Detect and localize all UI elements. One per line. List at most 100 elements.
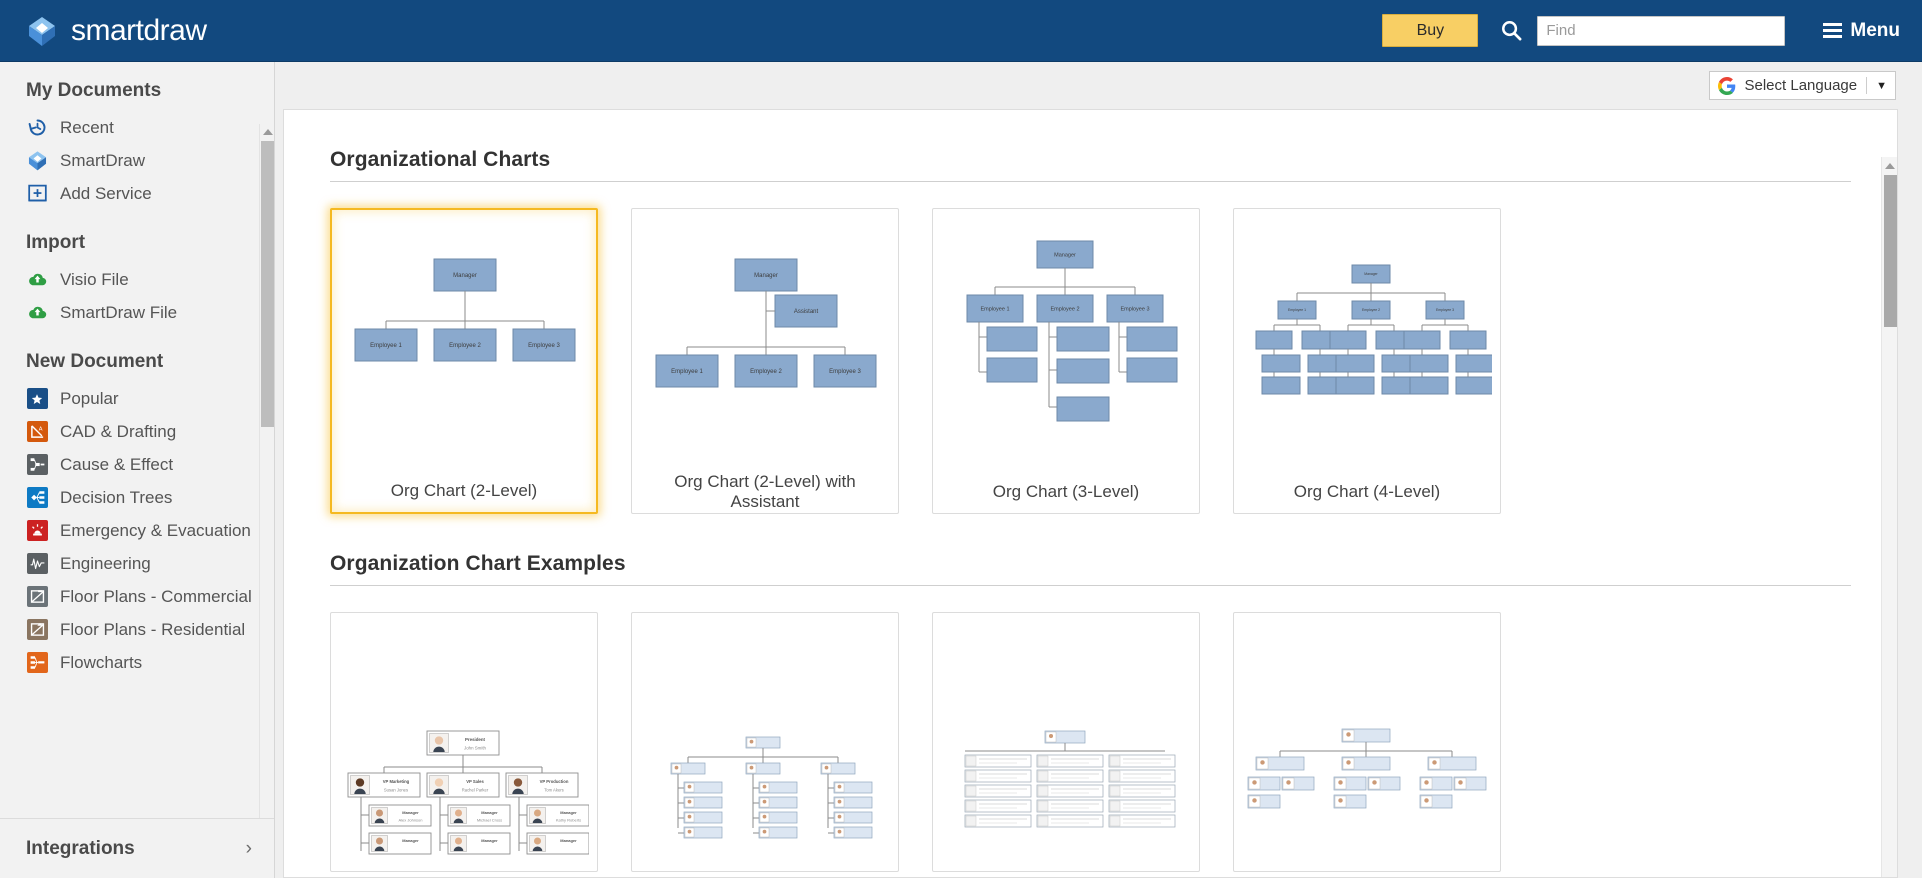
section-divider (330, 181, 1851, 182)
chevron-right-icon: › (245, 837, 252, 859)
section-title: Organization Chart Examples (330, 552, 626, 575)
sidebar-item-integrations[interactable]: Integrations › (0, 818, 274, 878)
sidebar-item-emergency-evacuation[interactable]: Emergency & Evacuation (0, 514, 274, 547)
template-card-org-photo-example-2[interactable] (631, 612, 899, 872)
sidebar-item-visio-file[interactable]: Visio File (0, 263, 274, 296)
top-header-bar: smartdraw Buy Menu (0, 0, 1922, 62)
sidebar-item-label: Floor Plans - Commercial (60, 586, 252, 606)
smartdraw-diamond-logo-icon (26, 15, 58, 47)
sidebar-item-cad-drafting[interactable]: A CAD & Drafting (0, 415, 274, 448)
emergency-light-icon (26, 520, 48, 542)
sidebar-item-smartdraw-file[interactable]: SmartDraw File (0, 296, 274, 329)
template-card-org-photo-example-4[interactable] (1233, 612, 1501, 872)
history-clock-icon (26, 117, 48, 139)
content-scrollbar[interactable] (1881, 157, 1897, 877)
templates-panel: Organizational Charts Manager Employee 1… (283, 109, 1898, 878)
svg-text:Manager: Manager (560, 838, 577, 843)
menu-button[interactable]: Menu (1823, 20, 1900, 42)
template-sections: Organizational Charts Manager Employee 1… (284, 110, 1897, 872)
svg-text:Employee 2: Employee 2 (750, 369, 782, 375)
sidebar-item-label: Add Service (60, 183, 152, 203)
content-scrollbar-thumb[interactable] (1884, 175, 1897, 327)
smartdraw-diamond-icon (26, 150, 48, 172)
sidebar-item-popular[interactable]: Popular (0, 382, 274, 415)
sidebar-scrollbar[interactable] (259, 124, 274, 878)
sidebar-item-label: Popular (60, 388, 119, 408)
sidebar-item-label: Floor Plans - Residential (60, 619, 246, 639)
svg-text:Michael Cross: Michael Cross (477, 817, 502, 822)
sidebar-scroll-up-arrow-icon[interactable] (260, 124, 274, 140)
template-card-org-3-level[interactable]: Manager Employee 1 Employee 2 Employee 3 Org… (932, 208, 1200, 514)
svg-text:Manager: Manager (1054, 252, 1076, 258)
google-g-icon (1717, 76, 1736, 95)
svg-text:Manager: Manager (481, 810, 498, 815)
svg-text:President: President (465, 737, 486, 742)
sidebar-item-smartdraw[interactable]: SmartDraw (0, 144, 274, 177)
template-card-org-photo-example-1[interactable]: President John Smith VP Marketing Susan … (330, 612, 598, 872)
search-input[interactable] (1537, 15, 1786, 46)
engineering-waveform-icon (26, 553, 48, 575)
language-bar: Select Language ▼ (275, 62, 1922, 109)
sidebar-item-floor-plans-residential[interactable]: Floor Plans - Residential (0, 613, 274, 646)
divider (1866, 77, 1868, 94)
search-icon[interactable] (1500, 19, 1523, 42)
template-thumbnail-org-4-level: Manager Employee 1 Employee 2 Employee 3 (1234, 209, 1500, 471)
template-thumbnail-org-photo-example-1: President John Smith VP Marketing Susan … (331, 613, 597, 871)
header-actions: Buy Menu (1382, 14, 1900, 47)
svg-text:John Smith: John Smith (464, 746, 487, 751)
svg-text:Manager: Manager (402, 810, 419, 815)
svg-text:Employee 2: Employee 2 (1050, 306, 1079, 312)
svg-text:Manager: Manager (402, 838, 419, 843)
svg-text:Tom Akers: Tom Akers (544, 788, 564, 793)
template-card-label: Org Chart (4-Level) (1293, 482, 1441, 501)
svg-text:VP Marketing: VP Marketing (383, 779, 410, 784)
cloud-upload-icon (26, 269, 48, 291)
svg-text:Susan Jones: Susan Jones (384, 788, 408, 793)
sidebar-item-label: Visio File (60, 269, 129, 289)
template-thumbnail-org-2-level: Manager Employee 1 Employee 2 Employee 3 (332, 210, 596, 470)
sidebar-item-floor-plans-commercial[interactable]: Floor Plans - Commercial (0, 580, 274, 613)
cloud-upload-icon (26, 302, 48, 324)
content-scroll-up-arrow-icon[interactable] (1882, 157, 1897, 174)
select-language-dropdown[interactable]: Select Language ▼ (1708, 71, 1896, 100)
sidebar-item-label: SmartDraw (60, 150, 146, 170)
template-card-row: Manager Employee 1 Employee 2 Employee 3… (330, 208, 1851, 514)
sidebar-item-flowcharts[interactable]: Flowcharts (0, 646, 274, 679)
svg-text:VP Sales: VP Sales (466, 779, 484, 784)
svg-text:Kathy Roberts: Kathy Roberts (556, 817, 581, 822)
sidebar-item-label: Recent (60, 117, 114, 137)
template-card-label: Org Chart (2-Level) (390, 481, 538, 500)
sidebar-item-label: Flowcharts (60, 652, 143, 672)
sidebar-item-decision-trees[interactable]: Decision Trees (0, 481, 274, 514)
section-divider (330, 585, 1851, 586)
cad-drafting-icon: A (26, 421, 48, 443)
sidebar-item-label: CAD & Drafting (60, 421, 177, 441)
template-thumbnail-org-photo-example-4 (1234, 613, 1500, 871)
left-sidebar: My Documents Recent SmartDraw Add Service Im… (0, 62, 275, 878)
svg-text:VP Production: VP Production (540, 779, 569, 784)
sidebar-scrollbar-thumb[interactable] (261, 141, 274, 427)
sidebar-item-label: Decision Trees (60, 487, 173, 507)
svg-text:Employee 2: Employee 2 (1362, 308, 1380, 312)
template-card-org-2-level-assistant[interactable]: Manager Assistant Employee 1 Employee 2 … (631, 208, 899, 514)
template-card-org-photo-example-3[interactable] (932, 612, 1200, 872)
sidebar-item-engineering[interactable]: Engineering (0, 547, 274, 580)
sidebar-item-label: Emergency & Evacuation (60, 520, 251, 540)
menu-label: Menu (1850, 19, 1900, 41)
buy-button[interactable]: Buy (1382, 14, 1479, 47)
svg-text:Employee 3: Employee 3 (1436, 308, 1454, 312)
sidebar-item-recent[interactable]: Recent (0, 111, 274, 144)
sidebar-item-cause-effect[interactable]: Cause & Effect (0, 448, 274, 481)
add-plus-box-icon (26, 183, 48, 205)
svg-text:Manager: Manager (1364, 272, 1378, 276)
template-card-org-2-level[interactable]: Manager Employee 1 Employee 2 Employee 3… (330, 208, 598, 514)
cause-effect-icon (26, 454, 48, 476)
svg-text:Manager: Manager (754, 273, 778, 279)
svg-text:Alex Johnson: Alex Johnson (398, 817, 422, 822)
brand-logo-link[interactable]: smartdraw (26, 14, 207, 48)
brand-name: smartdraw (71, 13, 207, 47)
template-card-org-4-level[interactable]: Manager Employee 1 Employee 2 Employee 3 Org… (1233, 208, 1501, 514)
sidebar-item-add-service[interactable]: Add Service (0, 177, 274, 210)
template-card-label: Org Chart (2-Level) with Assistant (674, 472, 856, 511)
caret-down-icon: ▼ (1876, 79, 1887, 92)
